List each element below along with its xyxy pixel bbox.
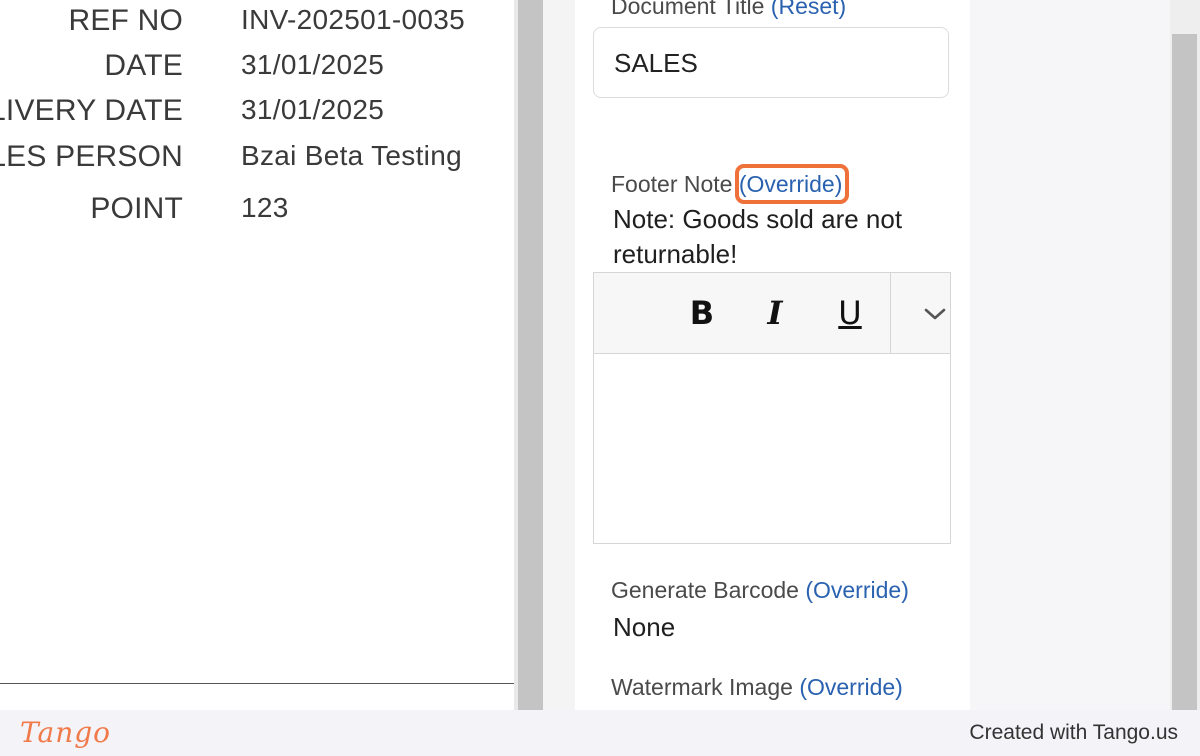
invoice-preview: REF NO INV-202501-0035 DATE 31/01/2025 L… (0, 0, 514, 710)
tango-footer: Tango Created with Tango.us (0, 710, 1200, 756)
settings-panel: Document Title (Reset) SALES Footer Note… (575, 0, 970, 710)
footer-note-override-link[interactable]: (Override) (739, 171, 843, 197)
italic-button[interactable]: I (755, 291, 795, 335)
invoice-label: DATE (104, 49, 183, 82)
invoice-label: LES PERSON (0, 140, 183, 173)
watermark-image-label: Watermark Image (Override) (611, 674, 903, 701)
tango-logo: Tango (20, 716, 112, 749)
invoice-value: 31/01/2025 (241, 94, 385, 125)
document-title-reset-link[interactable]: (Reset) (771, 0, 846, 19)
divider (0, 683, 514, 684)
invoice-row-sales-person: LES PERSON Bzai Beta Testing (0, 140, 514, 184)
footer-note-editor-body[interactable] (594, 354, 950, 543)
created-with-credit: Created with Tango.us (969, 721, 1178, 744)
settings-scrollbar[interactable] (1172, 34, 1197, 710)
footer-note-label: Footer Note (Override) (611, 171, 842, 198)
invoice-label: REF NO (68, 4, 183, 37)
bold-button[interactable]: B (682, 291, 722, 335)
generate-barcode-value: None (613, 612, 676, 642)
invoice-row-delivery-date: LIVERY DATE 31/01/2025 (0, 94, 514, 138)
invoice-value: Bzai Beta Testing (241, 140, 462, 171)
toolbar-divider (890, 273, 891, 353)
watermark-image-label-text: Watermark Image (611, 674, 793, 700)
invoice-row-ref-no: REF NO INV-202501-0035 (0, 4, 514, 48)
invoice-label: LIVERY DATE (0, 94, 183, 127)
invoice-label: POINT (90, 192, 183, 225)
generate-barcode-label: Generate Barcode (Override) (611, 577, 909, 604)
watermark-image-override-link[interactable]: (Override) (799, 674, 903, 700)
document-title-label: Document Title (Reset) (611, 0, 846, 20)
document-title-label-text: Document Title (611, 0, 765, 19)
invoice-row-point: POINT 123 (0, 192, 514, 236)
invoice-value: INV-202501-0035 (241, 4, 466, 35)
footer-note-editor: B I U (593, 272, 951, 544)
preview-scrollbar[interactable] (518, 0, 543, 710)
generate-barcode-label-text: Generate Barcode (611, 577, 799, 603)
generate-barcode-override-link[interactable]: (Override) (805, 577, 909, 603)
underline-button[interactable]: U (830, 291, 870, 335)
invoice-row-date: DATE 31/01/2025 (0, 49, 514, 93)
settings-right-margin (970, 0, 1170, 710)
footer-note-text: Note: Goods sold are not returnable! (613, 204, 903, 269)
document-title-input[interactable]: SALES (593, 27, 949, 98)
chevron-down-icon[interactable] (920, 299, 950, 329)
invoice-value: 31/01/2025 (241, 49, 385, 80)
footer-note-label-text: Footer Note (611, 171, 733, 197)
editor-toolbar: B I U (594, 273, 950, 354)
invoice-value: 123 (241, 192, 289, 223)
